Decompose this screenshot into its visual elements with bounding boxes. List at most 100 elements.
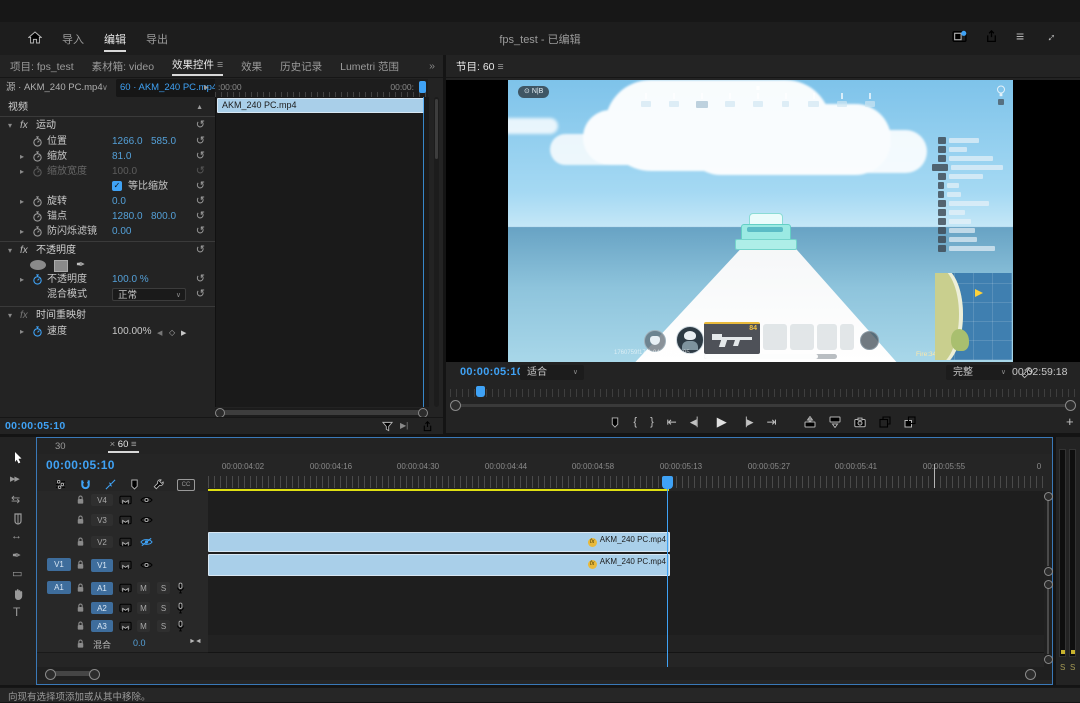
source-clip-label[interactable]: 源 · AKM_240 PC.mp4 <box>6 79 103 97</box>
anchor-y-value[interactable]: 800.0 <box>151 210 176 224</box>
tab-effect-controls[interactable]: 效果控件 ≡ <box>172 57 223 76</box>
track-name-v2[interactable]: V2 <box>91 536 113 548</box>
tab-history[interactable]: 历史记录 <box>280 59 322 74</box>
slip-tool-icon[interactable]: ↔ <box>11 530 22 542</box>
timeline-horizontal-scrollbar[interactable] <box>37 667 1052 680</box>
expand-icon[interactable]: ▸ <box>20 325 24 339</box>
play-around-icon[interactable]: ▶| <box>400 421 408 430</box>
tab-sequence-30[interactable]: 30 <box>55 441 66 452</box>
stopwatch-icon[interactable] <box>32 136 43 147</box>
goto-in-icon[interactable]: ⇤ <box>667 415 677 429</box>
rotation-value[interactable]: 0.0 <box>112 195 126 209</box>
program-video-area[interactable]: ⊙ N|B <box>446 80 1080 362</box>
menu-edit[interactable]: 编辑 <box>104 31 126 52</box>
lock-icon[interactable] <box>75 494 86 505</box>
stopwatch-icon[interactable] <box>32 226 43 237</box>
timeline-wrench-icon[interactable] <box>153 479 164 490</box>
track-output-eye-icon[interactable] <box>140 560 153 570</box>
track-select-tool-icon[interactable]: ▶▶ <box>10 475 19 483</box>
play-button-icon[interactable]: ▶ <box>717 414 727 430</box>
step-forward-icon[interactable]: ▕▶ <box>740 417 754 428</box>
position-y-value[interactable]: 585.0 <box>151 135 176 149</box>
scroll-handle[interactable] <box>1044 655 1053 664</box>
expand-icon[interactable]: ▸ <box>20 273 24 287</box>
scroll-handle[interactable] <box>1044 567 1053 576</box>
menu-export[interactable]: 导出 <box>146 31 168 47</box>
menu-import[interactable]: 导入 <box>62 31 84 47</box>
effect-controls-timecode[interactable]: 00:00:05:10 <box>5 420 66 432</box>
goto-out-icon[interactable]: ⇥ <box>767 415 777 429</box>
mark-in-icon[interactable]: { <box>633 416 637 428</box>
rect-mask-icon[interactable] <box>54 260 68 272</box>
voiceover-mic-icon[interactable] <box>176 602 185 614</box>
playback-resolution-select[interactable]: 完整∨ <box>946 365 1012 380</box>
timeline-settings-icon[interactable] <box>55 479 66 490</box>
reset-icon[interactable]: ↺ <box>196 244 205 257</box>
lock-icon[interactable] <box>75 582 86 593</box>
collapse-icon[interactable]: ▲ <box>196 100 203 116</box>
timeline-timecode[interactable]: 00:00:05:10 <box>46 458 115 472</box>
fullscreen-icon[interactable]: ↕ <box>1045 30 1059 44</box>
lock-icon[interactable] <box>75 514 86 525</box>
reset-icon[interactable]: ↺ <box>196 135 205 148</box>
fx-group-opacity[interactable]: ▾ fx 不透明度 ↺ <box>0 244 215 258</box>
track-lane-mix[interactable] <box>208 635 1046 653</box>
reset-icon[interactable]: ↺ <box>196 210 205 223</box>
solo-button[interactable]: S <box>157 602 170 614</box>
captions-icon[interactable]: CC <box>177 479 195 491</box>
source-patch-a1[interactable]: A1 <box>47 581 71 594</box>
track-lane-v4[interactable] <box>208 491 1046 510</box>
add-marker-icon[interactable] <box>610 417 620 428</box>
reset-icon[interactable]: ↺ <box>196 119 205 132</box>
source-patch-icon[interactable] <box>119 515 132 525</box>
track-output-eye-icon[interactable] <box>140 495 153 505</box>
source-patch-icon[interactable] <box>119 621 132 631</box>
section-video-header[interactable]: 视频 ▲ <box>0 100 215 117</box>
export-icon[interactable] <box>422 421 433 432</box>
fx-group-time-remap[interactable]: ▾ fx 时间重映射 <box>0 309 215 323</box>
lock-icon[interactable] <box>75 638 86 649</box>
stopwatch-icon[interactable] <box>32 211 43 222</box>
zoom-handle-left[interactable] <box>45 669 56 680</box>
track-lane-a3[interactable] <box>208 617 1046 636</box>
source-patch-icon[interactable] <box>119 560 132 570</box>
track-name-a3[interactable]: A3 <box>91 620 113 632</box>
workspace-sync-icon[interactable] <box>952 30 967 43</box>
scroll-handle-right[interactable] <box>1065 400 1076 411</box>
selection-tool-icon[interactable] <box>13 451 23 465</box>
reset-icon[interactable]: ↺ <box>196 195 205 208</box>
mark-out-icon[interactable]: } <box>650 416 654 428</box>
tab-bin[interactable]: 素材箱: video <box>92 59 154 74</box>
speed-value[interactable]: 100.00% <box>112 325 151 339</box>
track-name-v1[interactable]: V1 <box>91 559 113 572</box>
tab-overflow-icon[interactable]: » <box>429 60 435 72</box>
solo-button[interactable]: S <box>157 620 170 632</box>
track-lane-v2[interactable]: fxAKM_240 PC.mp4 <box>208 531 1046 554</box>
rectangle-tool-icon[interactable]: ▭ <box>12 567 22 580</box>
uniform-scale-checkbox[interactable]: ✓ <box>112 181 122 191</box>
anchor-x-value[interactable]: 1280.0 <box>112 210 143 224</box>
tab-effects[interactable]: 效果 <box>241 59 262 74</box>
lock-icon[interactable] <box>75 559 86 570</box>
pen-mask-icon[interactable]: ✒ <box>76 258 85 272</box>
track-name-v4[interactable]: V4 <box>91 494 113 506</box>
voiceover-mic-icon[interactable] <box>176 582 185 594</box>
track-lane-a2[interactable] <box>208 599 1046 618</box>
mute-button[interactable]: M <box>137 602 150 614</box>
track-name-a2[interactable]: A2 <box>91 602 113 614</box>
track-output-eye-icon[interactable] <box>140 515 153 525</box>
mute-button[interactable]: M <box>137 620 150 632</box>
mini-vertical-scrollbar[interactable] <box>434 97 439 407</box>
source-patch-v1[interactable]: V1 <box>47 558 71 571</box>
workspaces-menu-icon[interactable]: ≡ <box>1016 28 1024 44</box>
expand-icon[interactable]: ▸ <box>20 165 24 179</box>
scroll-handle[interactable] <box>1044 580 1053 589</box>
position-x-value[interactable]: 1266.0 <box>112 135 143 149</box>
timeline-playhead-line[interactable] <box>667 476 668 668</box>
meter-solo-right[interactable]: S <box>1070 663 1075 672</box>
timeline-playhead-handle[interactable] <box>662 476 673 489</box>
antiflicker-value[interactable]: 0.00 <box>112 225 131 239</box>
quick-export-icon[interactable] <box>985 30 998 43</box>
tab-program[interactable]: 节目: 60 ≡ <box>456 59 504 74</box>
lock-icon[interactable] <box>75 620 86 631</box>
